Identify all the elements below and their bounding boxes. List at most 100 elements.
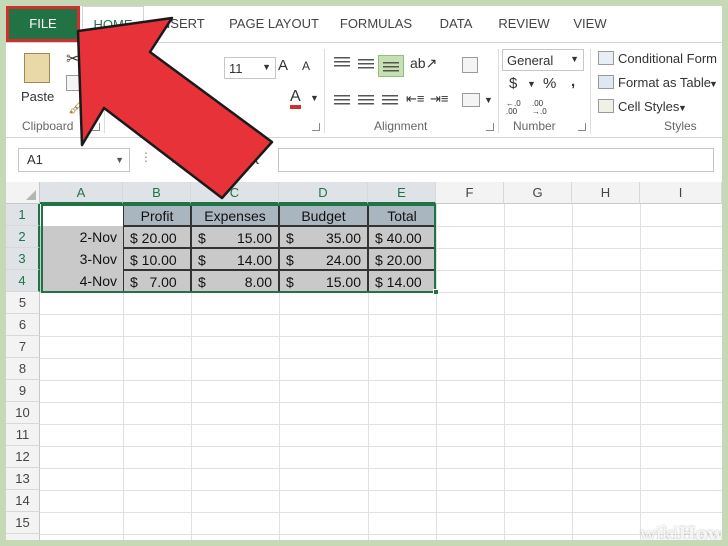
row-header-3[interactable]: 3 — [6, 248, 40, 270]
table-header-cell[interactable]: Budget — [279, 204, 368, 226]
tab-view[interactable]: VIEW — [566, 6, 614, 42]
chevron-down-icon[interactable]: ▼ — [527, 79, 536, 89]
row-header-4[interactable]: 4 — [6, 270, 40, 292]
column-header-g[interactable]: G — [504, 182, 572, 204]
cut-icon[interactable]: ✂ — [66, 49, 79, 69]
tab-formulas[interactable]: FORMULAS — [336, 6, 416, 42]
bold-button[interactable]: B — [114, 93, 124, 109]
middle-align-icon[interactable] — [358, 59, 374, 71]
conditional-formatting-button[interactable]: Conditional Form — [618, 51, 717, 66]
row-header-5[interactable]: 5 — [6, 292, 40, 314]
format-as-table-button[interactable]: Format as Table — [618, 75, 711, 90]
total-cell[interactable]: $ 20.00 — [368, 248, 436, 270]
row-header-16[interactable]: 16 — [6, 534, 40, 540]
top-align-icon[interactable] — [334, 57, 350, 69]
align-left-icon[interactable] — [334, 95, 350, 107]
total-cell[interactable]: $ 40.00 — [368, 226, 436, 248]
align-right-icon[interactable] — [382, 95, 398, 107]
row-header-1[interactable]: 1 — [6, 204, 40, 226]
paste-icon[interactable] — [24, 53, 50, 83]
shrink-font-button[interactable]: A — [302, 59, 310, 73]
expenses-cell[interactable]: $14.00 — [191, 248, 279, 270]
table-header-cell[interactable]: Total — [368, 204, 436, 226]
budget-cell[interactable]: $35.00 — [279, 226, 368, 248]
row-header-9[interactable]: 9 — [6, 380, 40, 402]
row-header-14[interactable]: 14 — [6, 490, 40, 512]
chevron-down-icon[interactable]: ▼ — [484, 95, 493, 105]
tab-insert[interactable]: INSERT — [146, 6, 216, 42]
merge-center-icon[interactable] — [462, 93, 480, 107]
cancel-icon[interactable]: ✕ — [170, 150, 183, 168]
number-format-select[interactable]: General ▼ — [502, 49, 584, 71]
column-header-i[interactable]: I — [640, 182, 722, 204]
tab-review[interactable]: REVIEW — [496, 6, 552, 42]
enter-icon[interactable]: ✓ — [208, 150, 221, 168]
table-header-cell[interactable]: Expenses — [191, 204, 279, 226]
column-header-e[interactable]: E — [368, 182, 436, 204]
chevron-down-icon[interactable]: ▼ — [709, 79, 718, 89]
expenses-cell[interactable]: $15.00 — [191, 226, 279, 248]
row-header-8[interactable]: 8 — [6, 358, 40, 380]
clipboard-launcher-icon[interactable] — [92, 123, 100, 131]
percent-style-button[interactable]: % — [543, 75, 556, 92]
chevron-down-icon[interactable]: ▼ — [678, 103, 687, 113]
decrease-decimal-button[interactable]: .00 →.0 — [532, 100, 550, 116]
total-cell[interactable]: $ 14.00 — [368, 270, 436, 292]
grow-font-button[interactable]: A — [278, 57, 288, 74]
budget-cell[interactable]: $15.00 — [279, 270, 368, 292]
row-header-10[interactable]: 10 — [6, 402, 40, 424]
tab-data[interactable]: DATA — [431, 6, 481, 42]
row-header-6[interactable]: 6 — [6, 314, 40, 336]
copy-icon[interactable] — [66, 75, 80, 91]
orientation-icon[interactable]: ab↗ — [410, 55, 437, 72]
comma-style-button[interactable]: , — [571, 73, 575, 90]
row-header-13[interactable]: 13 — [6, 468, 40, 490]
bottom-align-icon[interactable] — [378, 55, 404, 77]
row-header-11[interactable]: 11 — [6, 424, 40, 446]
column-header-f[interactable]: F — [436, 182, 504, 204]
paste-button[interactable]: Paste — [21, 89, 54, 104]
cell-a1[interactable] — [40, 204, 123, 226]
row-header-7[interactable]: 7 — [6, 336, 40, 358]
formula-input[interactable] — [278, 148, 714, 172]
chevron-down-icon[interactable]: ▼ — [310, 93, 319, 103]
chevron-down-icon[interactable]: ▼ — [115, 149, 124, 171]
table-header-cell[interactable]: Profit — [123, 204, 191, 226]
column-header-a[interactable]: A — [40, 182, 123, 204]
column-header-d[interactable]: D — [279, 182, 368, 204]
budget-cell[interactable]: $24.00 — [279, 248, 368, 270]
increase-decimal-button[interactable]: ←.0 .00 — [506, 100, 524, 116]
accounting-format-button[interactable]: $ — [509, 75, 517, 92]
column-header-c[interactable]: C — [191, 182, 279, 204]
profit-cell[interactable]: $ 10.00 — [123, 248, 191, 270]
row-header-2[interactable]: 2 — [6, 226, 40, 248]
increase-indent-icon[interactable]: ⇥≡ — [430, 91, 448, 107]
decrease-indent-icon[interactable]: ⇤≡ — [406, 91, 424, 107]
fill-handle[interactable] — [433, 289, 439, 295]
align-center-icon[interactable] — [358, 95, 374, 107]
row-header-12[interactable]: 12 — [6, 446, 40, 468]
tab-page-layout[interactable]: PAGE LAYOUT — [224, 6, 324, 42]
tab-file[interactable]: FILE — [6, 6, 80, 42]
name-box[interactable]: A1 ▼ — [18, 148, 130, 172]
date-cell[interactable]: 3-Nov — [40, 248, 123, 270]
row-header-15[interactable]: 15 — [6, 512, 40, 534]
insert-function-icon[interactable]: fx — [246, 150, 260, 168]
font-color-button[interactable]: A — [290, 89, 301, 109]
profit-cell[interactable]: $ 7.00 — [123, 270, 191, 292]
font-size-select[interactable]: 11 ▼ — [224, 57, 276, 79]
profit-cell[interactable]: $ 20.00 — [123, 226, 191, 248]
column-header-b[interactable]: B — [123, 182, 191, 204]
date-cell[interactable]: 4-Nov — [40, 270, 123, 292]
column-header-h[interactable]: H — [572, 182, 640, 204]
font-launcher-icon[interactable] — [312, 123, 320, 131]
tab-home[interactable]: HOME — [82, 6, 144, 42]
date-cell[interactable]: 2-Nov — [40, 226, 123, 248]
expenses-cell[interactable]: $8.00 — [191, 270, 279, 292]
format-painter-icon[interactable]: 🖌 — [68, 97, 87, 115]
cell-styles-button[interactable]: Cell Styles — [618, 99, 679, 114]
number-launcher-icon[interactable] — [578, 123, 586, 131]
select-all-button[interactable] — [6, 182, 40, 204]
alignment-launcher-icon[interactable] — [486, 123, 494, 131]
wrap-text-icon[interactable] — [462, 57, 478, 73]
